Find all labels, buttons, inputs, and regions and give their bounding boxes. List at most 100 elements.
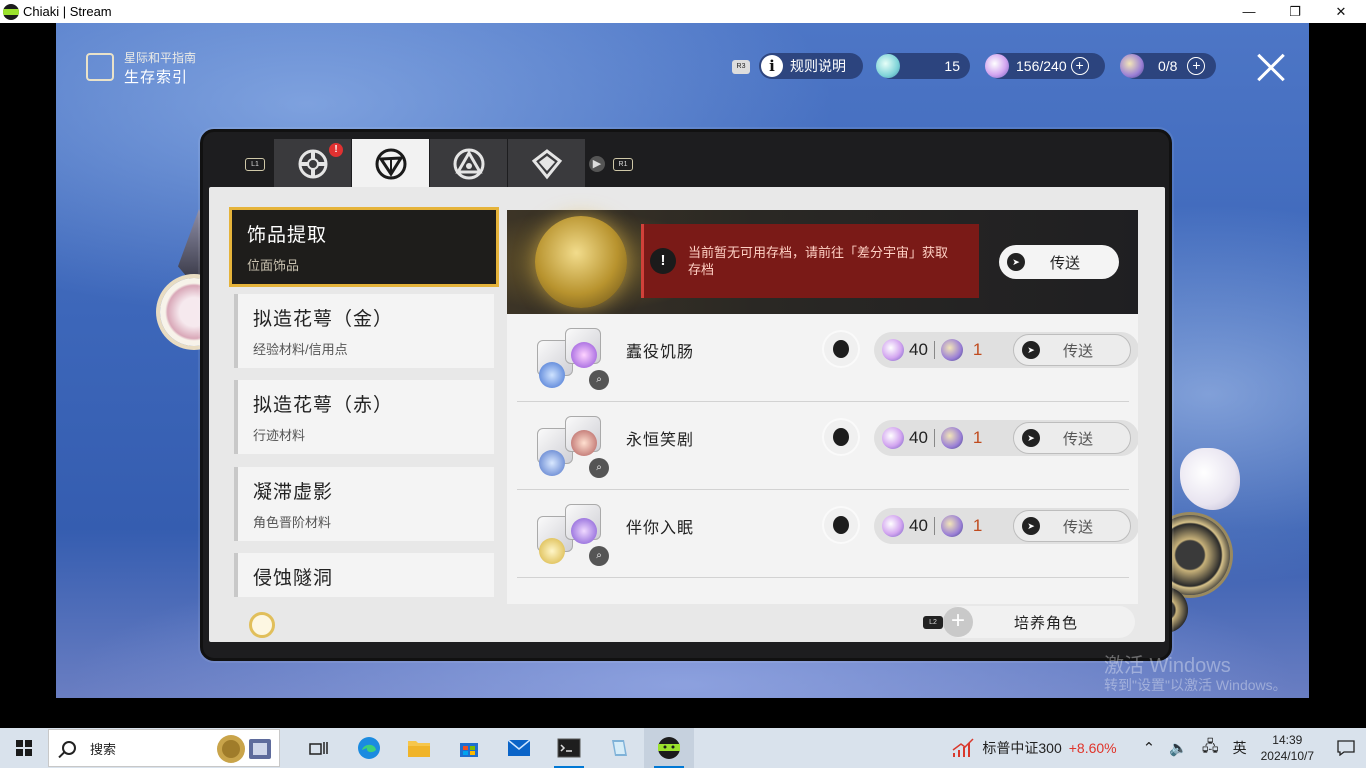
reserve-cost: 1 xyxy=(972,516,983,535)
fuel-count: 15 xyxy=(944,58,960,74)
edge-app[interactable] xyxy=(344,728,394,768)
list-item[interactable]: ⌕ 蠹役饥肠 40 1 ➤ 传送 xyxy=(517,314,1138,402)
sidebar-item-calyx-golden[interactable]: 拟造花萼（金） 经验材料/信用点 xyxy=(234,294,494,368)
teleport-button[interactable]: ➤ 传送 xyxy=(1013,334,1131,366)
activation-watermark-text: 转到"设置"以激活 Windows。 xyxy=(1104,677,1287,693)
teleport-label: 传送 xyxy=(1062,518,1093,536)
notification-center-button[interactable] xyxy=(1326,740,1366,756)
reserve-cost: 1 xyxy=(972,340,983,359)
ornament-banner: ! 当前暂无可用存档，请前往「差分宇宙」获取存档 ➤ 传送 xyxy=(507,210,1138,314)
network-icon[interactable]: 🖧 xyxy=(1202,736,1219,761)
windows-icon xyxy=(16,740,32,756)
trailblaze-power-icon xyxy=(882,427,904,449)
start-button[interactable] xyxy=(0,728,48,768)
guide-book-icon xyxy=(86,53,114,81)
banner-teleport-button[interactable]: ➤ 传送 xyxy=(999,245,1119,279)
search-icon xyxy=(62,741,76,755)
notes-app[interactable] xyxy=(594,728,644,768)
domain-name: 永恒笑剧 xyxy=(626,432,695,449)
file-explorer-app[interactable] xyxy=(394,728,444,768)
magnifier-icon[interactable]: ⌕ xyxy=(589,370,609,390)
navigation-icon: ➤ xyxy=(1022,341,1040,359)
teleport-label: 传送 xyxy=(1049,254,1080,272)
magnifier-icon[interactable]: ⌕ xyxy=(589,458,609,478)
sidebar-item-ornament-extraction[interactable]: 饰品提取 位面饰品 xyxy=(229,207,499,287)
relic-set-thumbnail: ⌕ xyxy=(531,412,611,482)
tab-2[interactable] xyxy=(352,139,429,189)
sidebar-item-title: 凝滞虚影 xyxy=(253,482,334,503)
stock-chart-icon xyxy=(952,738,974,757)
stock-ticker-label[interactable]: 标普中证300 xyxy=(982,738,1061,758)
search-highlight-icon xyxy=(217,735,271,763)
rules-label: 规则说明 xyxy=(790,58,846,74)
volume-icon[interactable]: 🔈 xyxy=(1169,739,1188,757)
r3-hint: R3 xyxy=(732,60,750,74)
reserve-icon xyxy=(940,339,963,361)
maximize-button[interactable]: ❐ xyxy=(1272,0,1318,23)
terminal-icon xyxy=(557,738,581,758)
character-avatar[interactable] xyxy=(824,508,858,542)
cultivate-character-button[interactable]: + 培养角色 xyxy=(943,606,1135,638)
sidebar-item-title: 拟造花萼（金） xyxy=(253,309,394,330)
trailblaze-power-icon xyxy=(985,54,1009,78)
sidebar-item-cavern-corrosion[interactable]: 侵蚀隧洞 xyxy=(234,553,494,597)
sidebar-item-stagnant-shadow[interactable]: 凝滞虚影 角色晋阶材料 xyxy=(234,467,494,541)
mail-app[interactable] xyxy=(494,728,544,768)
domain-name: 伴你入眠 xyxy=(626,520,695,537)
search-placeholder: 搜索 xyxy=(90,741,117,757)
power-cost: 40 xyxy=(909,516,928,535)
trailblaze-power-icon xyxy=(882,515,904,537)
clock[interactable]: 14:39 2024/10/7 xyxy=(1261,732,1314,764)
task-view-button[interactable] xyxy=(294,728,344,768)
magnifier-icon[interactable]: ⌕ xyxy=(589,546,609,566)
dial-icon[interactable] xyxy=(249,612,275,638)
tab-4[interactable] xyxy=(508,139,585,189)
add-reserve-button[interactable]: + xyxy=(1187,57,1206,75)
info-icon: i xyxy=(761,55,783,77)
sidebar-item-title: 拟造花萼（赤） xyxy=(253,395,394,416)
teleport-label: 传送 xyxy=(1062,430,1093,448)
character-avatar[interactable] xyxy=(824,420,858,454)
character-avatar[interactable] xyxy=(824,332,858,366)
mail-icon xyxy=(507,739,531,756)
list-item[interactable]: ⌕ 永恒笑剧 40 1 ➤ 传送 xyxy=(517,402,1138,490)
chiaki-app[interactable] xyxy=(644,728,694,768)
header-title: 生存索引 xyxy=(124,69,189,86)
reserve-icon xyxy=(940,515,963,537)
close-window-button[interactable]: ✕ xyxy=(1318,0,1364,23)
warning-text: 当前暂无可用存档，请前往「差分宇宙」获取存档 xyxy=(688,245,949,277)
reserve-icon xyxy=(1120,54,1144,78)
tab-1[interactable]: ! xyxy=(274,139,351,189)
list-item[interactable]: ⌕ 伴你入眠 40 1 ➤ 传送 xyxy=(517,490,1138,578)
reserve-counter: 0/8 + xyxy=(1120,53,1216,79)
warning-box: ! 当前暂无可用存档，请前往「差分宇宙」获取存档 xyxy=(641,224,979,298)
navigation-icon: ➤ xyxy=(1022,517,1040,535)
clock-date: 2024/10/7 xyxy=(1260,749,1314,763)
reserve-count: 0/8 xyxy=(1158,58,1178,74)
close-icon[interactable] xyxy=(1256,53,1286,83)
power-cost: 40 xyxy=(909,340,928,359)
terminal-app[interactable] xyxy=(544,728,594,768)
teleport-button[interactable]: ➤ 传送 xyxy=(1013,510,1131,542)
store-app[interactable] xyxy=(444,728,494,768)
taskbar-search[interactable]: 搜索 xyxy=(48,729,280,767)
tab-3[interactable] xyxy=(430,139,507,189)
rules-button[interactable]: i 规则说明 xyxy=(759,53,863,79)
navigation-icon xyxy=(375,148,406,180)
chevron-right-icon[interactable]: ▶ xyxy=(589,156,605,172)
teleport-button[interactable]: ➤ 传送 xyxy=(1013,422,1131,454)
add-power-button[interactable]: + xyxy=(1070,57,1089,75)
sidebar-item-calyx-crimson[interactable]: 拟造花萼（赤） 行迹材料 xyxy=(234,380,494,454)
sidebar-item-subtitle: 角色晋阶材料 xyxy=(253,515,332,530)
main-panel: L1 ! ▶ R1 饰品提取 位面饰品 拟造花萼（金） 经验材料/信用点 拟造花… xyxy=(200,129,1172,661)
plus-icon: + xyxy=(943,607,973,637)
trailblaze-power-count: 156/240 xyxy=(1016,58,1067,74)
chiaki-app-icon xyxy=(3,3,19,20)
relic-set-thumbnail: ⌕ xyxy=(531,500,611,570)
reserve-icon xyxy=(940,427,963,449)
ime-indicator[interactable]: 英 xyxy=(1233,738,1247,758)
minimize-button[interactable]: — xyxy=(1226,0,1272,23)
chiaki-icon xyxy=(658,737,680,759)
activation-watermark-title: 激活 Windows xyxy=(1104,655,1231,677)
chevron-up-icon[interactable]: ⌃ xyxy=(1143,739,1156,757)
